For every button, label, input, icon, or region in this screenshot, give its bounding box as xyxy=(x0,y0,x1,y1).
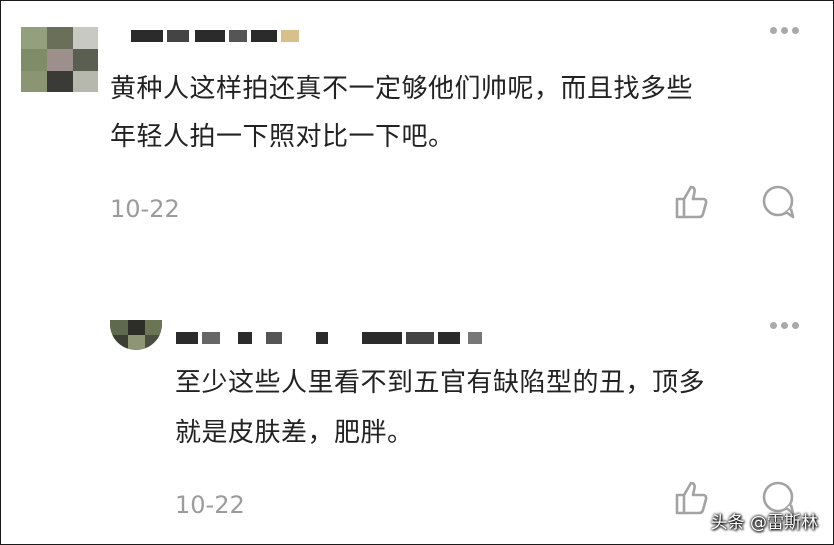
comment-text-line1: 黄种人这样拍还真不一定够他们帅呢，而且找多些 xyxy=(110,74,694,104)
avatar[interactable] xyxy=(110,320,162,350)
thumbs-up-icon[interactable] xyxy=(672,183,710,221)
reply-text-line2: 就是皮肤差，肥胖。 xyxy=(175,418,414,448)
comment-bubble-icon[interactable] xyxy=(760,183,798,221)
username-redacted xyxy=(131,30,301,44)
username-redacted xyxy=(176,332,506,346)
comment-date: 10-22 xyxy=(110,195,180,223)
thumbs-up-icon[interactable] xyxy=(672,479,710,517)
more-dots-icon[interactable] xyxy=(770,322,799,329)
reply-text-line1: 至少这些人里看不到五官有缺陷型的丑，顶多 xyxy=(175,368,706,398)
reply-date: 10-22 xyxy=(175,491,245,519)
watermark: 头条 @雷斯林 xyxy=(710,513,818,533)
more-dots-icon[interactable] xyxy=(770,27,799,34)
comment-text-line2: 年轻人拍一下照对比一下吧。 xyxy=(110,122,455,152)
avatar[interactable] xyxy=(21,27,98,92)
